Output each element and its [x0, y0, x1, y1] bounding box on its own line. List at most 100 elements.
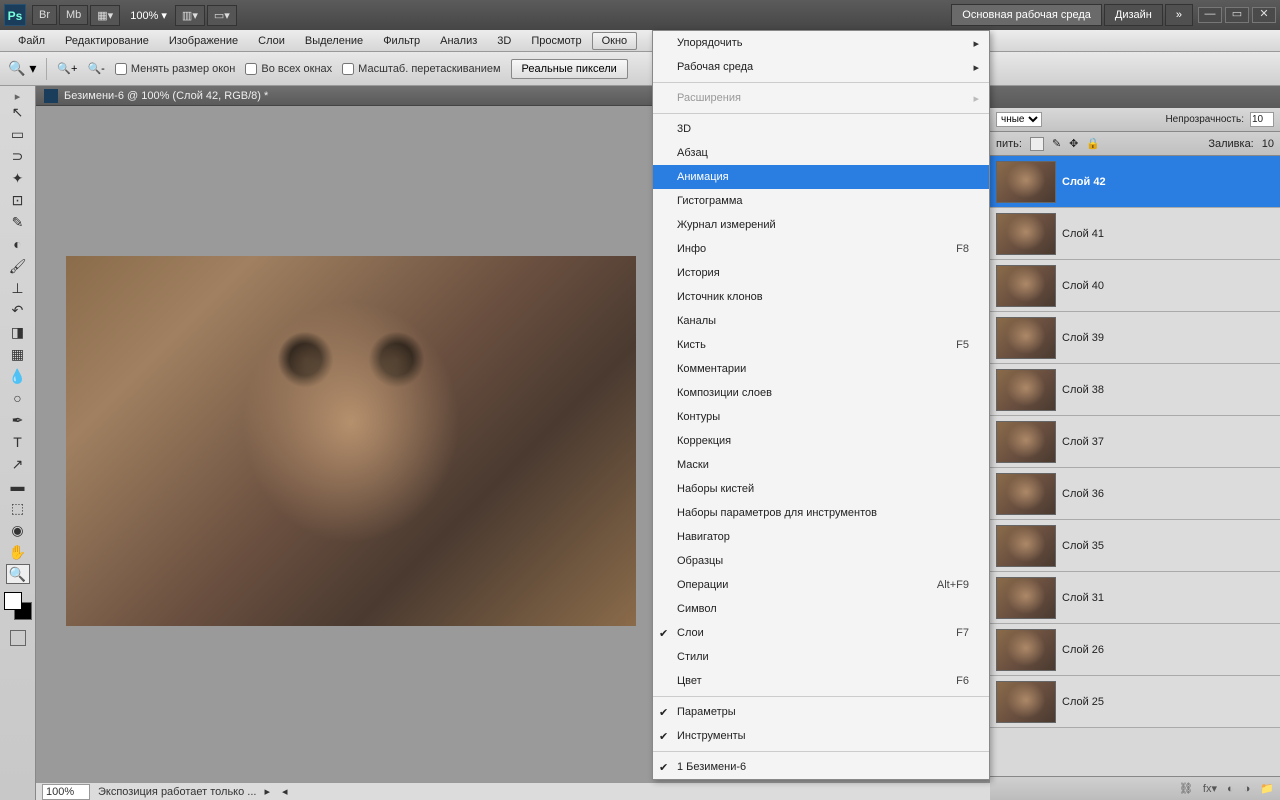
eraser-tool[interactable]: ◨ [6, 322, 30, 342]
menu-image[interactable]: Изображение [159, 32, 248, 50]
menu-item-3d[interactable]: 3D [653, 117, 989, 141]
menu-edit[interactable]: Редактирование [55, 32, 159, 50]
all-windows-checkbox[interactable]: Во всех окнах [245, 63, 332, 75]
menu-item-tools[interactable]: ✔Инструменты [653, 724, 989, 748]
lock-all-icon[interactable]: 🔒 [1086, 137, 1100, 150]
menu-item-paragraph[interactable]: Абзац [653, 141, 989, 165]
menu-analysis[interactable]: Анализ [430, 32, 487, 50]
menu-item-adjust[interactable]: Коррекция [653, 429, 989, 453]
doc-arrange-button[interactable]: ▦▾ [90, 5, 120, 26]
workspace-design-button[interactable]: Дизайн [1104, 4, 1163, 26]
menu-item-channels[interactable]: Каналы [653, 309, 989, 333]
marquee-tool[interactable]: ▭ [6, 124, 30, 144]
layer-row[interactable]: Слой 36 [990, 468, 1280, 520]
menu-item-measure[interactable]: Журнал измерений [653, 213, 989, 237]
layer-row[interactable]: Слой 42 [990, 156, 1280, 208]
menu-item-brushsets[interactable]: Наборы кистей [653, 477, 989, 501]
fill-value[interactable]: 10 [1262, 138, 1274, 150]
blur-tool[interactable]: 💧 [6, 366, 30, 386]
minibridge-button[interactable]: Mb [59, 5, 88, 25]
gradient-tool[interactable]: ▦ [6, 344, 30, 364]
menu-item-layers[interactable]: ✔СлоиF7 [653, 621, 989, 645]
canvas-image[interactable] [66, 256, 636, 626]
menu-item-navigator[interactable]: Навигатор [653, 525, 989, 549]
path-tool[interactable]: ↗ [6, 454, 30, 474]
color-swatch[interactable] [4, 592, 32, 620]
menu-window[interactable]: Окно [592, 32, 638, 50]
menu-item-options[interactable]: ✔Параметры [653, 700, 989, 724]
3d-tool[interactable]: ⬚ [6, 498, 30, 518]
menu-item-animation[interactable]: Анимация [653, 165, 989, 189]
resize-windows-checkbox[interactable]: Менять размер окон [115, 63, 236, 75]
layer-row[interactable]: Слой 35 [990, 520, 1280, 572]
actual-pixels-button[interactable]: Реальные пиксели [511, 59, 628, 79]
type-tool[interactable]: T [6, 432, 30, 452]
menu-item-clone[interactable]: Источник клонов [653, 285, 989, 309]
group-icon[interactable]: 📁 [1260, 782, 1274, 795]
scrubby-zoom-checkbox[interactable]: Масштаб. перетаскиванием [342, 63, 500, 75]
workspace-more-button[interactable]: » [1165, 4, 1193, 26]
toolbox-collapse-icon[interactable]: ▸ [0, 90, 35, 100]
zoom-in-icon[interactable]: 🔍+ [57, 62, 77, 75]
bridge-button[interactable]: Br [32, 5, 57, 25]
menu-item-histogram[interactable]: Гистограмма [653, 189, 989, 213]
layer-row[interactable]: Слой 37 [990, 416, 1280, 468]
hand-tool[interactable]: ✋ [6, 542, 30, 562]
screen-mode-button[interactable]: ▥▾ [175, 5, 205, 26]
move-tool[interactable]: ↖ [6, 102, 30, 122]
opacity-value[interactable]: 10 [1250, 112, 1274, 127]
link-layers-icon[interactable]: ⛓ [1179, 782, 1193, 795]
history-brush-tool[interactable]: ↶ [6, 300, 30, 320]
menu-item-color[interactable]: ЦветF6 [653, 669, 989, 693]
lock-paint-icon[interactable]: ✎ [1052, 137, 1061, 150]
menu-item-brush[interactable]: КистьF5 [653, 333, 989, 357]
brush-tool[interactable]: 🖌 [6, 256, 30, 276]
menu-item-swatches[interactable]: Образцы [653, 549, 989, 573]
blend-mode-select[interactable]: чные [996, 112, 1042, 127]
menu-file[interactable]: Файл [8, 32, 55, 50]
3d-camera-tool[interactable]: ◉ [6, 520, 30, 540]
menu-select[interactable]: Выделение [295, 32, 373, 50]
menu-item-toolpresets[interactable]: Наборы параметров для инструментов [653, 501, 989, 525]
wand-tool[interactable]: ✦ [6, 168, 30, 188]
adjustment-icon[interactable]: ◑ [1244, 783, 1251, 795]
fx-icon[interactable]: fx▾ [1203, 782, 1217, 795]
pen-tool[interactable]: ✒ [6, 410, 30, 430]
menu-item-info[interactable]: ИнфоF8 [653, 237, 989, 261]
stamp-tool[interactable]: ⊥ [6, 278, 30, 298]
menu-item-comps[interactable]: Композиции слоев [653, 381, 989, 405]
layer-row[interactable]: Слой 25 [990, 676, 1280, 728]
crop-tool[interactable]: ⊡ [6, 190, 30, 210]
minimize-icon[interactable]: — [1198, 7, 1222, 23]
menu-item-paths[interactable]: Контуры [653, 405, 989, 429]
mask-icon[interactable]: ◐ [1227, 783, 1234, 795]
eyedropper-tool[interactable]: ✎ [6, 212, 30, 232]
menu-3d[interactable]: 3D [487, 32, 521, 50]
layer-row[interactable]: Слой 38 [990, 364, 1280, 416]
workspace-main-button[interactable]: Основная рабочая среда [951, 4, 1102, 26]
zoom-level[interactable]: 100% ▾ [130, 9, 167, 22]
layer-row[interactable]: Слой 39 [990, 312, 1280, 364]
menu-filter[interactable]: Фильтр [373, 32, 430, 50]
menu-item-extensions[interactable]: Расширения▸ [653, 86, 989, 110]
layer-row[interactable]: Слой 26 [990, 624, 1280, 676]
status-arrow-icon[interactable]: ▸ [264, 785, 270, 798]
shape-tool[interactable]: ▬ [6, 476, 30, 496]
extras-button[interactable]: ▭▾ [207, 5, 237, 26]
zoom-tool[interactable]: 🔍 [6, 564, 30, 584]
menu-view[interactable]: Просмотр [521, 32, 591, 50]
menu-layer[interactable]: Слои [248, 32, 295, 50]
lock-transparent-icon[interactable] [1030, 137, 1044, 151]
scroll-left-icon[interactable]: ◂ [282, 785, 288, 798]
menu-item-history[interactable]: История [653, 261, 989, 285]
quickmask-button[interactable] [10, 630, 26, 646]
close-icon[interactable]: ✕ [1252, 7, 1276, 23]
lasso-tool[interactable]: ⊃ [6, 146, 30, 166]
layer-row[interactable]: Слой 31 [990, 572, 1280, 624]
menu-item-styles[interactable]: Стили [653, 645, 989, 669]
menu-item-doc1[interactable]: ✔1 Безимени-6 [653, 755, 989, 779]
lock-move-icon[interactable]: ✥ [1069, 137, 1078, 150]
menu-item-actions[interactable]: ОперацииAlt+F9 [653, 573, 989, 597]
menu-item-comments[interactable]: Комментарии [653, 357, 989, 381]
menu-item-masks[interactable]: Маски [653, 453, 989, 477]
